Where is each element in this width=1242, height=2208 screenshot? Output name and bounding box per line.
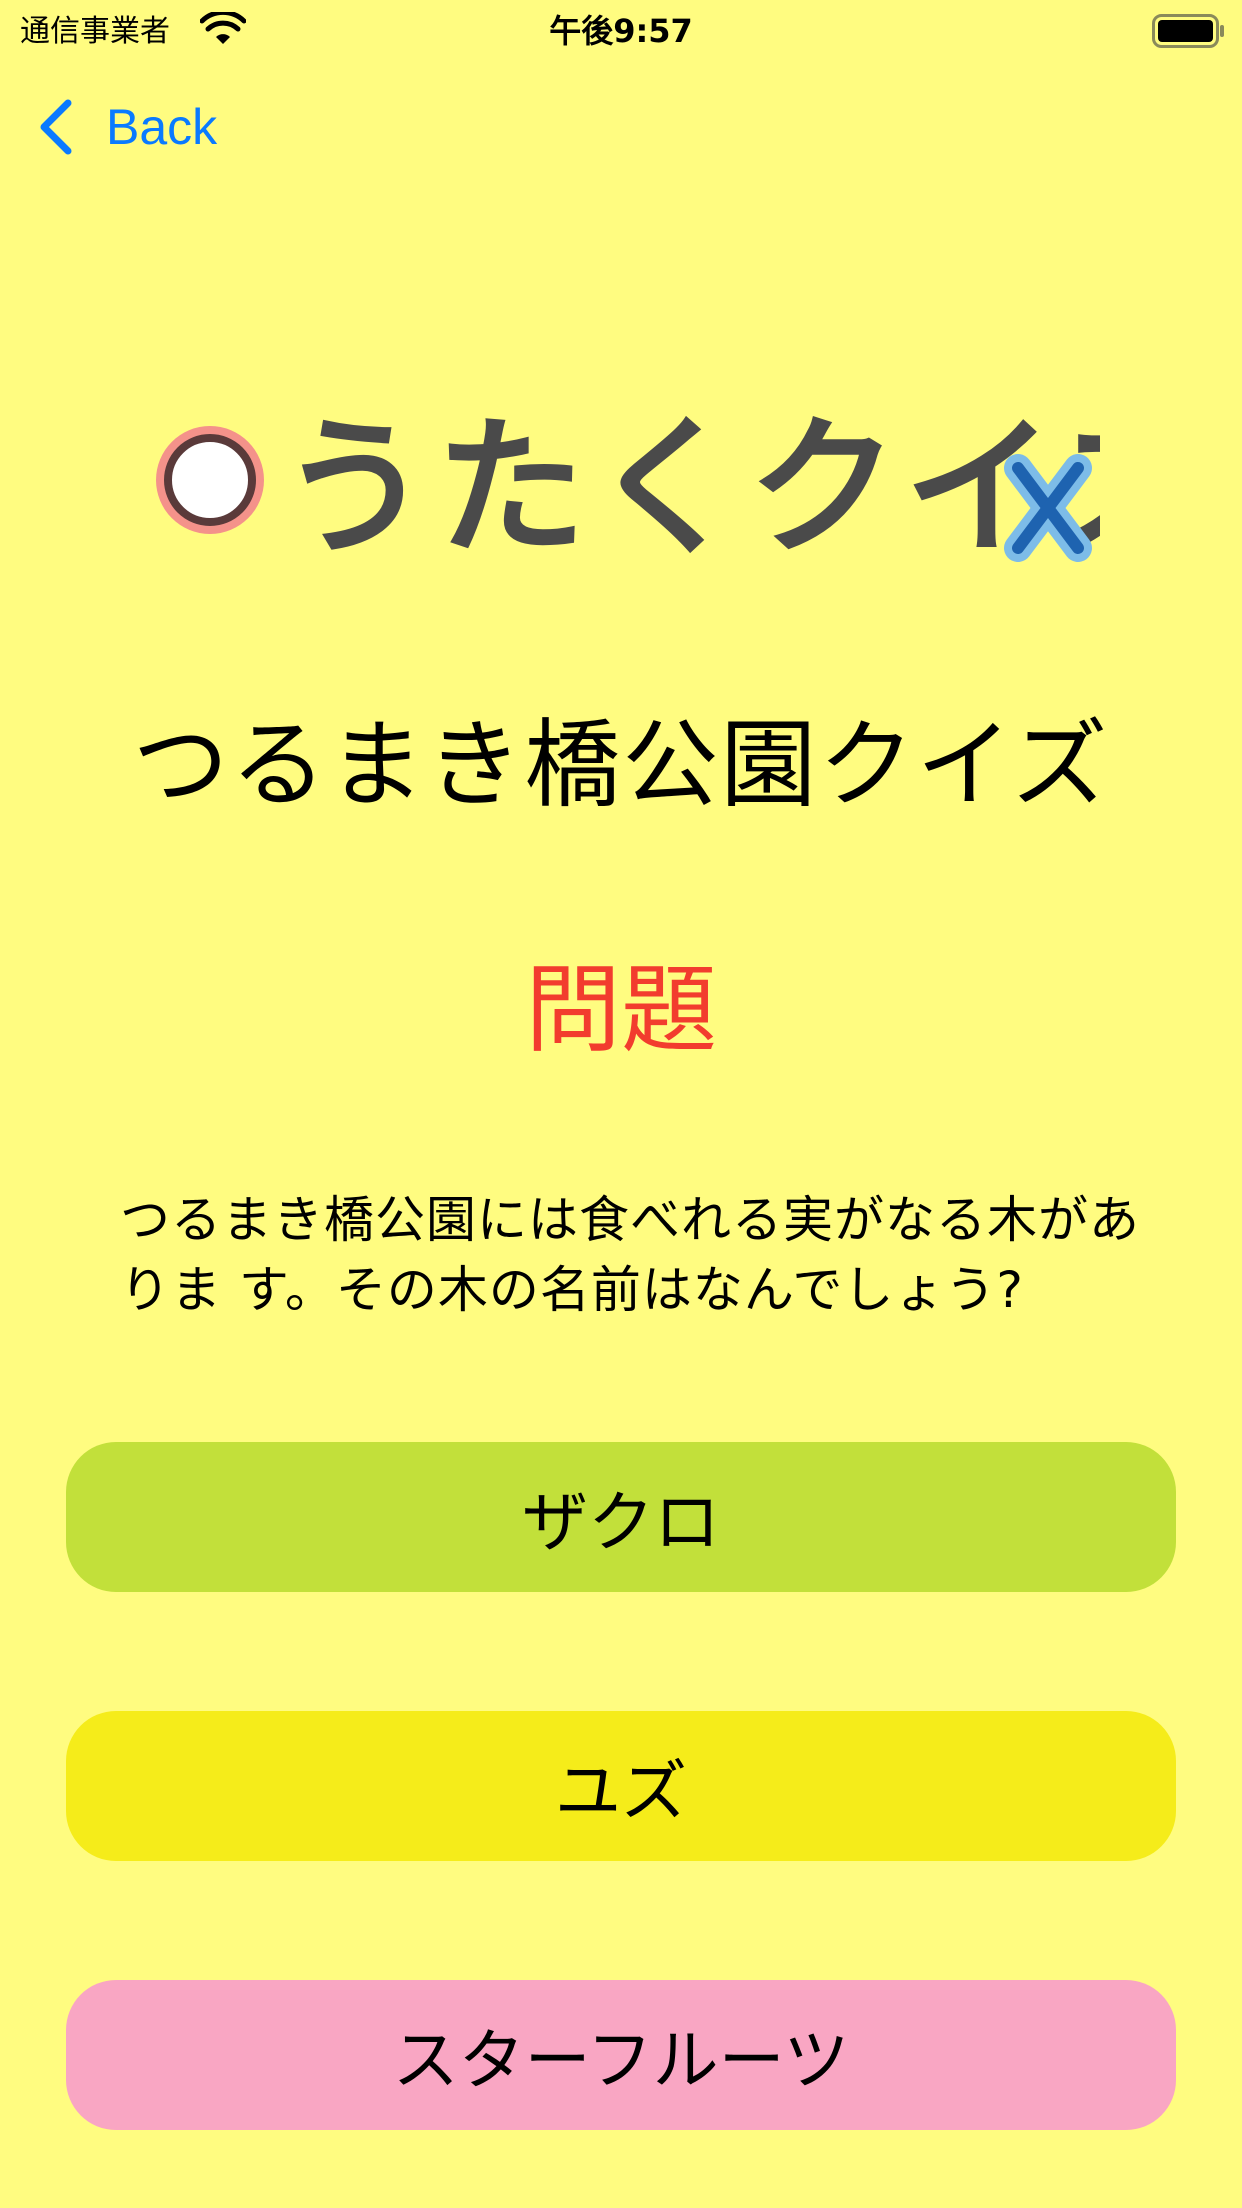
choice-button-1[interactable]: ザクロ [66, 1442, 1176, 1592]
choice-label: スターフルーツ [392, 2022, 850, 2099]
chevron-left-icon [40, 99, 72, 155]
choice-label: ザクロ [522, 1484, 720, 1561]
quiz-title: つるまき橋公園クイズ [132, 709, 1110, 821]
circle-mark-icon [156, 426, 264, 534]
logo-text: うたくクイズ [280, 402, 1100, 576]
question-text: つるまき橋公園には食べれる実がなる木がありま す。その木の名前はなんでしょう? [120, 1191, 1140, 1319]
choice-button-2[interactable]: ユズ [66, 1711, 1176, 1861]
battery-icon [1152, 14, 1224, 48]
app-logo: うたくクイズ [156, 402, 1100, 576]
back-label: Back [106, 99, 218, 155]
choice-label: ユズ [555, 1753, 687, 1830]
status-time: 午後9:57 [549, 12, 693, 50]
back-button[interactable]: Back [36, 92, 217, 162]
choice-button-3[interactable]: スターフルーツ [66, 1980, 1176, 2130]
status-bar: 通信事業者 午後9:57 [0, 0, 1242, 64]
question-heading: 問題 [525, 954, 717, 1066]
